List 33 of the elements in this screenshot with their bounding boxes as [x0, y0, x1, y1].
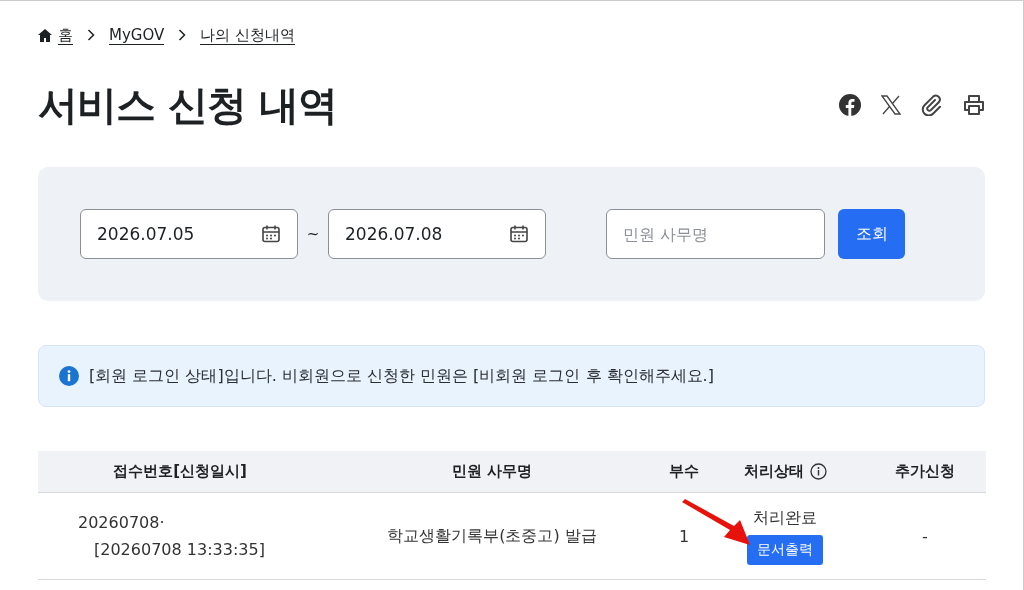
pointer-arrow [680, 499, 752, 547]
home-icon [38, 28, 52, 42]
facebook-icon[interactable] [839, 94, 861, 116]
table-cell: - [922, 526, 928, 546]
search-field[interactable]: 민원 사무명 [606, 209, 825, 259]
breadcrumb-link[interactable]: MyGOV [109, 25, 165, 45]
search-button[interactable]: 조회 [838, 209, 905, 259]
x-logo-icon[interactable] [881, 95, 901, 115]
calendar-icon[interactable] [261, 224, 281, 244]
column-header: 민원 사무명 [451, 462, 533, 481]
calendar-icon[interactable] [509, 224, 529, 244]
info-icon [59, 366, 79, 386]
column-header: 추가신청 [895, 462, 955, 481]
chevron-icon [178, 29, 187, 41]
column-header: 부수 [669, 462, 699, 481]
date-field[interactable]: 2026.07.05 [80, 209, 298, 259]
date-field[interactable]: 2026.07.08 [328, 209, 546, 259]
column-header: 접수번호[신청일시] [113, 462, 247, 481]
table-cell-text: 20260708· [20260708 13:33:35] [77, 512, 265, 561]
notice-text: [회원 로그인 상태]입니다. 비회원으로 신청한 민원은 [비회원 로그인 후 확인해주세요.] [89, 365, 714, 387]
page-title: 서비스 신청 내역 [38, 80, 337, 130]
table-cell: 학교생활기록부(초중고) 발급 [387, 525, 597, 547]
paperclip-icon[interactable] [921, 94, 943, 116]
table-cell: 1 [678, 526, 690, 546]
column-header: 처리상태 [743, 462, 804, 481]
info-icon[interactable] [809, 463, 827, 480]
chevron-icon [87, 29, 95, 41]
printer-icon[interactable] [963, 94, 985, 116]
home-link[interactable]: 홈 [58, 25, 73, 45]
status-text: 처리완료 [753, 507, 817, 529]
range-separator: ~ [305, 225, 321, 243]
breadcrumb-link[interactable]: 나의 신청내역 [200, 25, 296, 45]
print-document-button[interactable]: 문서출력 [747, 534, 823, 565]
